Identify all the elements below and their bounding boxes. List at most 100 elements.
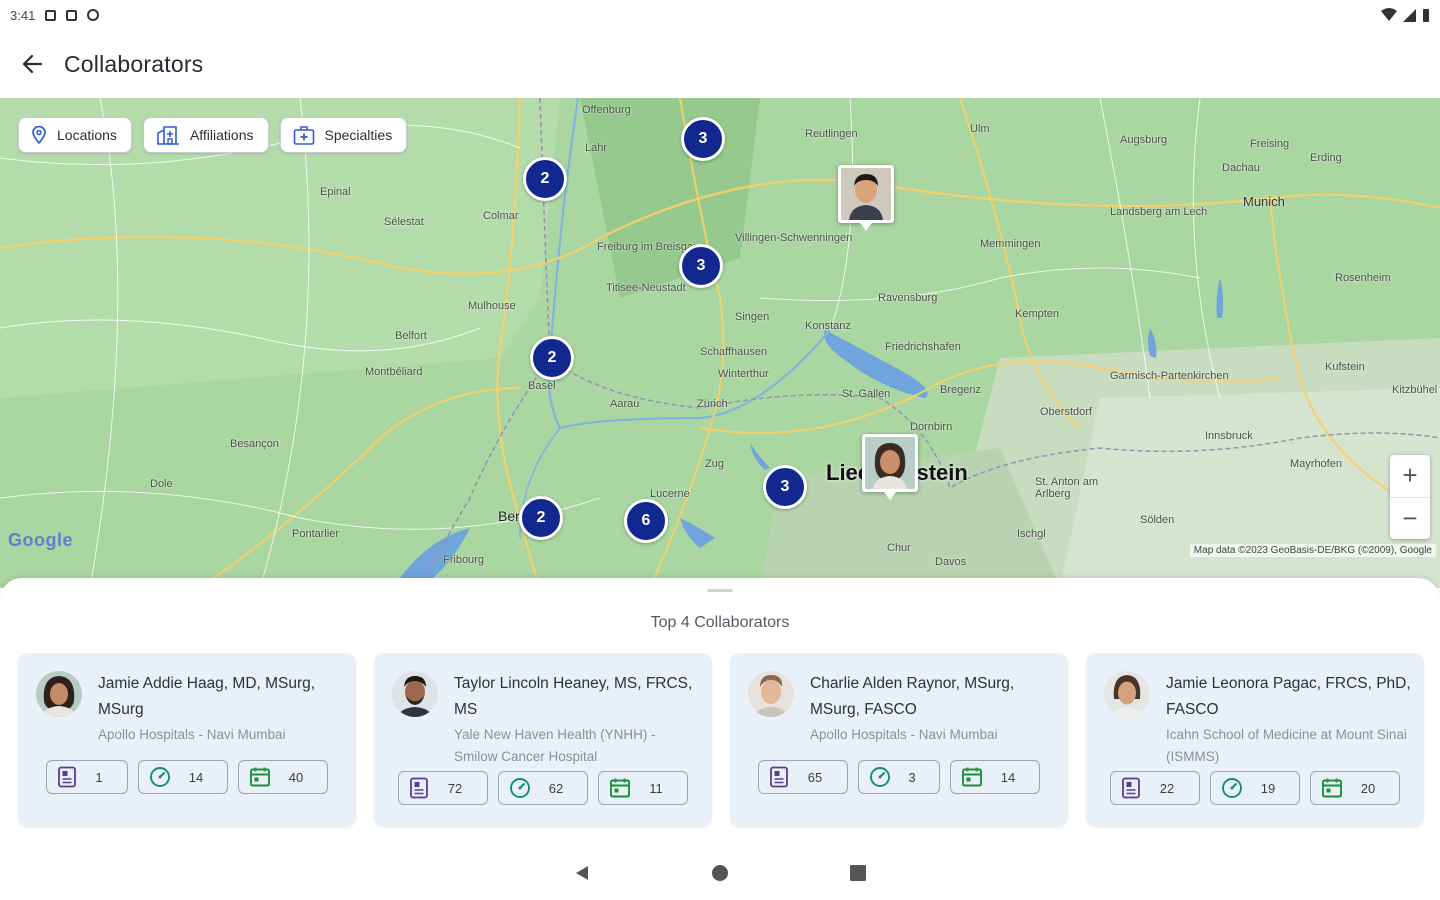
nav-back-button[interactable] bbox=[573, 864, 591, 887]
zoom-out-button[interactable]: − bbox=[1390, 498, 1430, 540]
events-stat[interactable]: 14 bbox=[950, 760, 1040, 794]
city-label: Landsberg am Lech bbox=[1110, 206, 1208, 218]
back-button[interactable] bbox=[0, 30, 64, 98]
collaborator-affiliation: Icahn School of Medicine at Mount Sinai … bbox=[1166, 727, 1407, 764]
collaborator-card[interactable]: Taylor Lincoln Heaney, MS, FRCS, MS Yale… bbox=[374, 653, 712, 827]
chip-label: Affiliations bbox=[189, 127, 254, 143]
city-label: Montbéliard bbox=[365, 366, 423, 378]
collaborator-stats: 22 19 20 bbox=[1110, 771, 1400, 805]
stat-value: 62 bbox=[548, 780, 564, 796]
city-label: St. Anton am Arlberg bbox=[1035, 476, 1098, 500]
city-label: Lucerne bbox=[650, 488, 690, 500]
map-cluster-marker[interactable]: 3 bbox=[763, 465, 807, 509]
publications-stat[interactable]: 22 bbox=[1110, 771, 1200, 805]
trials-stat[interactable]: 14 bbox=[138, 760, 228, 794]
stat-value: 11 bbox=[649, 780, 663, 796]
city-label: Colmar bbox=[483, 210, 519, 222]
city-label: Augsburg bbox=[1120, 134, 1168, 146]
avatar bbox=[36, 671, 82, 717]
square-recents-icon bbox=[850, 864, 866, 881]
collaborator-stats: 72 62 11 bbox=[398, 771, 688, 805]
trials-stat[interactable]: 62 bbox=[498, 771, 588, 805]
stat-value: 14 bbox=[188, 769, 204, 785]
status-bar: 3:41 bbox=[0, 0, 1440, 30]
city-label: Sélestat bbox=[384, 216, 424, 228]
publications-icon bbox=[410, 777, 428, 799]
publications-stat[interactable]: 1 bbox=[46, 760, 128, 794]
city-label: St. Gallen bbox=[842, 388, 891, 400]
collaborator-name: Jamie Addie Haag, MD, MSurg, MSurg bbox=[98, 675, 316, 718]
city-label: Innsbruck bbox=[1205, 430, 1253, 442]
battery-icon bbox=[1423, 9, 1429, 22]
affiliations-filter-chip[interactable]: Affiliations bbox=[142, 117, 269, 153]
stat-value: 72 bbox=[447, 780, 463, 796]
stat-value: 40 bbox=[288, 769, 304, 785]
nav-home-button[interactable] bbox=[711, 864, 729, 887]
calendar-icon bbox=[1322, 778, 1342, 798]
trials-gauge-icon bbox=[1222, 778, 1242, 798]
trials-stat[interactable]: 19 bbox=[1210, 771, 1300, 805]
map-cluster-marker[interactable]: 2 bbox=[519, 496, 563, 540]
stat-value: 1 bbox=[95, 769, 103, 785]
events-stat[interactable]: 20 bbox=[1310, 771, 1400, 805]
zoom-in-button[interactable]: + bbox=[1390, 455, 1430, 498]
trials-gauge-icon bbox=[510, 778, 530, 798]
drag-handle[interactable] bbox=[707, 589, 733, 592]
city-label: Basel bbox=[528, 380, 556, 392]
collaborator-affiliation: Apollo Hospitals - Navi Mumbai bbox=[98, 727, 286, 742]
city-label: Dachau bbox=[1222, 162, 1260, 174]
publications-icon bbox=[770, 766, 788, 788]
locations-filter-chip[interactable]: Locations bbox=[18, 117, 132, 153]
avatar bbox=[1104, 671, 1150, 717]
trials-stat[interactable]: 3 bbox=[858, 760, 940, 794]
city-label: Belfort bbox=[395, 330, 427, 342]
calendar-icon bbox=[250, 767, 270, 787]
collaborator-stats: 65 3 14 bbox=[758, 760, 1040, 794]
collaborator-card[interactable]: Jamie Leonora Pagac, FRCS, PhD, FASCO Ic… bbox=[1086, 653, 1424, 827]
nav-recents-button[interactable] bbox=[849, 864, 867, 887]
map-cluster-marker[interactable]: 3 bbox=[681, 117, 725, 161]
collaborator-card[interactable]: Jamie Addie Haag, MD, MSurg, MSurg Apoll… bbox=[18, 653, 356, 827]
publications-stat[interactable]: 72 bbox=[398, 771, 488, 805]
stat-value: 22 bbox=[1159, 780, 1175, 796]
stat-value: 19 bbox=[1260, 780, 1276, 796]
collaborator-photo-marker[interactable] bbox=[862, 434, 918, 500]
calendar-icon bbox=[962, 767, 982, 787]
specialties-filter-chip[interactable]: Specialties bbox=[279, 117, 408, 153]
collaborator-card[interactable]: Charlie Alden Raynor, MSurg, MSurg, FASC… bbox=[730, 653, 1068, 827]
city-label: Singen bbox=[735, 311, 770, 323]
status-time: 3:41 bbox=[10, 7, 36, 23]
city-label: Dole bbox=[150, 478, 173, 490]
map-cluster-marker[interactable]: 3 bbox=[679, 244, 723, 288]
map-attribution: Map data ©2023 GeoBasis-DE/BKG (©2009), … bbox=[1189, 544, 1436, 557]
collaborator-name: Taylor Lincoln Heaney, MS, FRCS, MS bbox=[454, 675, 693, 718]
city-label: Munich bbox=[1243, 194, 1285, 209]
city-label: Villingen-Schwenningen bbox=[735, 232, 853, 244]
events-stat[interactable]: 40 bbox=[238, 760, 328, 794]
city-label: Oberstdorf bbox=[1040, 406, 1092, 418]
events-stat[interactable]: 11 bbox=[598, 771, 688, 805]
google-logo: Google bbox=[8, 530, 73, 550]
sd-card-icon bbox=[66, 9, 78, 21]
collaborators-map[interactable]: Offenburg Reutlingen Ulm Augsburg Freisi… bbox=[0, 98, 1440, 588]
publications-stat[interactable]: 65 bbox=[758, 760, 848, 794]
city-label: Ischgl bbox=[1017, 528, 1046, 540]
collaborator-photo bbox=[841, 168, 891, 220]
city-label: Schaffhausen bbox=[700, 346, 768, 358]
map-cluster-marker[interactable]: 2 bbox=[530, 336, 574, 380]
city-label: Winterthur bbox=[718, 368, 769, 380]
map-cluster-marker[interactable]: 6 bbox=[624, 499, 668, 543]
city-label: Friedrichshafen bbox=[885, 341, 961, 353]
medical-kit-icon bbox=[293, 126, 314, 145]
trials-gauge-icon bbox=[150, 767, 170, 787]
do-not-disturb-icon bbox=[87, 9, 100, 21]
city-label: Dornbirn bbox=[910, 421, 953, 433]
collaborator-photo-marker[interactable] bbox=[838, 165, 894, 231]
trials-gauge-icon bbox=[870, 767, 890, 787]
stat-value: 14 bbox=[1000, 769, 1016, 785]
collaborator-photo bbox=[865, 437, 915, 489]
city-label: Besançon bbox=[230, 438, 279, 450]
publications-icon bbox=[1122, 777, 1140, 799]
sheet-title: Top 4 Collaborators bbox=[650, 614, 790, 631]
map-cluster-marker[interactable]: 2 bbox=[523, 157, 567, 201]
